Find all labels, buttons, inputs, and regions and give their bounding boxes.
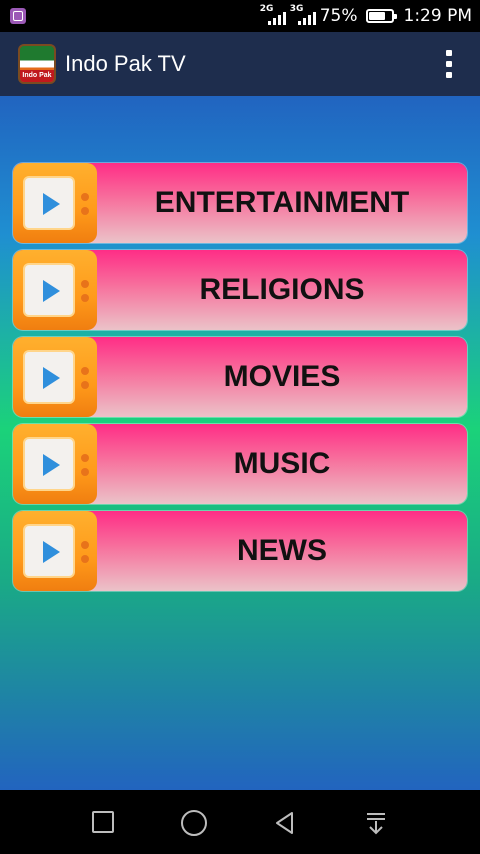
tv-play-icon: [13, 511, 97, 591]
signal-2g-icon: 2G: [260, 4, 286, 27]
clock: 1:29 PM: [403, 6, 473, 26]
navigation-bar: [0, 790, 480, 854]
overflow-menu-icon[interactable]: [442, 50, 456, 78]
app-title: Indo Pak TV: [65, 51, 186, 76]
tv-play-icon: [13, 424, 97, 504]
logo-text: Indo Pak TV: [20, 70, 54, 82]
main-content: ENTERTAINMENT RELIGIONS MOVIES MUSIC NEW…: [0, 96, 480, 790]
battery-icon: [365, 9, 397, 23]
menu-item-entertainment[interactable]: ENTERTAINMENT: [13, 163, 467, 243]
menu-item-label: MOVIES: [223, 360, 341, 393]
gallery-notification-icon: [10, 8, 26, 24]
home-icon[interactable]: [181, 810, 207, 836]
tv-play-icon: [13, 337, 97, 417]
app-bar: Indo Pak TV Indo Pak TV: [0, 32, 480, 96]
menu-item-label: ENTERTAINMENT: [154, 186, 410, 219]
status-bar: 2G 3G 75% 1:29 PM: [0, 0, 480, 32]
menu-item-movies[interactable]: MOVIES: [13, 337, 467, 417]
status-right: 2G 3G 75% 1:29 PM: [260, 0, 472, 32]
menu-item-news[interactable]: NEWS: [13, 511, 467, 591]
notification-pull-icon[interactable]: [363, 810, 389, 836]
tv-play-icon: [13, 163, 97, 243]
battery-percent: 75%: [319, 6, 358, 26]
menu-item-label: NEWS: [237, 534, 327, 567]
menu-item-label: MUSIC: [233, 447, 331, 480]
app-logo-icon: Indo Pak TV: [18, 44, 56, 84]
signal-3g-icon: 3G: [290, 4, 316, 27]
tv-play-icon: [13, 250, 97, 330]
menu-item-religions[interactable]: RELIGIONS: [13, 250, 467, 330]
menu-item-music[interactable]: MUSIC: [13, 424, 467, 504]
recents-icon[interactable]: [92, 811, 114, 833]
menu-item-label: RELIGIONS: [199, 273, 365, 306]
back-icon[interactable]: [272, 810, 298, 836]
